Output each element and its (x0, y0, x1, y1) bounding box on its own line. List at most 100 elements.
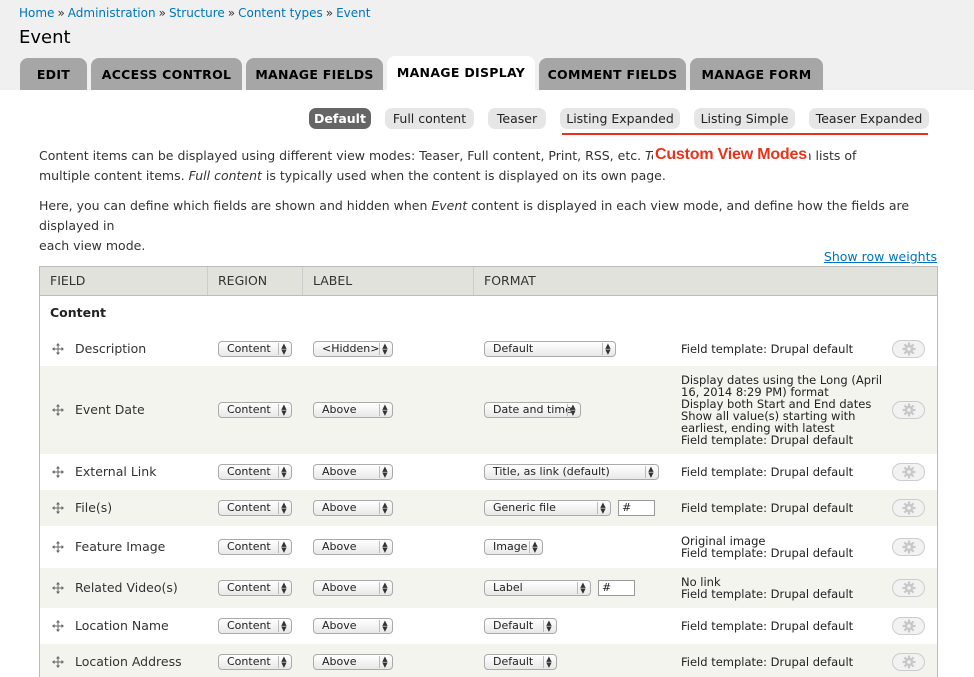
format-select[interactable]: Default ▲ ▼ (484, 654, 557, 670)
select-arrows-icon: ▲ ▼ (278, 404, 289, 417)
label-select[interactable]: <Hidden> ▲ ▼ (313, 341, 393, 357)
field-settings-button[interactable] (892, 579, 925, 597)
breadcrumb: Home» Administration» Structure» Content ty… (19, 6, 370, 20)
page-header: Home» Administration» Structure» Content ty… (0, 0, 974, 90)
format-summary-line: Field template: Drupal default (681, 587, 854, 601)
format-select-value: Default (493, 619, 534, 632)
select-arrows-icon: ▲ ▼ (379, 404, 390, 417)
table-row: Location Address Content ▲ ▼ Above ▲ ▼ Default ▲… (40, 644, 937, 677)
breadcrumb-content-types-link[interactable]: Content types (238, 6, 323, 20)
format-extra-input[interactable]: # (618, 500, 655, 516)
drag-handle-icon[interactable] (52, 541, 64, 553)
format-summary: Field template: Drupal default (681, 656, 886, 668)
view-mode-teaser-expanded[interactable]: Teaser Expanded (809, 108, 929, 129)
view-mode-listing-simple[interactable]: Listing Simple (694, 108, 795, 129)
select-arrows-icon: ▲ ▼ (543, 656, 554, 669)
format-summary-line: Field template: Drupal default (681, 655, 854, 669)
region-select[interactable]: Content ▲ ▼ (218, 464, 292, 480)
label-select-value: <Hidden> (322, 342, 380, 355)
field-settings-button[interactable] (892, 499, 925, 517)
breadcrumb-event-link[interactable]: Event (336, 6, 370, 20)
gear-icon (902, 501, 916, 515)
breadcrumb-home-link[interactable]: Home (19, 6, 54, 20)
drag-handle-icon[interactable] (52, 620, 64, 632)
tab-manage-display[interactable]: MANAGE DISPLAY (387, 56, 535, 90)
format-select[interactable]: Default ▲ ▼ (484, 341, 616, 357)
column-header-field: FIELD (40, 267, 208, 295)
field-settings-button[interactable] (892, 463, 925, 481)
format-summary-line: Field template: Drupal default (681, 546, 854, 560)
region-select[interactable]: Content ▲ ▼ (218, 402, 292, 418)
table-row: Location Name Content ▲ ▼ Above ▲ ▼ Default ▲ ▼ Fi… (40, 608, 937, 644)
view-mode-teaser[interactable]: Teaser (488, 108, 546, 129)
label-select[interactable]: Above ▲ ▼ (313, 618, 393, 634)
field-settings-button[interactable] (892, 340, 925, 358)
view-mode-default[interactable]: Default (309, 108, 371, 129)
tab-comment-fields[interactable]: COMMENT FIELDS (539, 58, 686, 90)
field-name: Description (75, 341, 147, 356)
drag-handle-icon[interactable] (52, 656, 64, 668)
region-select[interactable]: Content ▲ ▼ (218, 580, 292, 596)
label-select[interactable]: Above ▲ ▼ (313, 464, 393, 480)
tab-manage-fields[interactable]: MANAGE FIELDS (246, 58, 383, 90)
intro-text: Here, you can define which fields are sh… (39, 198, 432, 213)
drag-handle-icon[interactable] (52, 502, 64, 514)
view-mode-full-content[interactable]: Full content (385, 108, 474, 129)
drag-handle-icon[interactable] (52, 343, 64, 355)
drag-handle-icon[interactable] (52, 466, 64, 478)
format-summary-line: Field template: Drupal default (681, 342, 854, 356)
tab-edit[interactable]: EDIT (20, 58, 87, 90)
select-arrows-icon: ▲ ▼ (577, 582, 588, 595)
tab-manage-form[interactable]: MANAGE FORM (690, 58, 823, 90)
select-arrows-icon: ▲ ▼ (602, 343, 613, 356)
drag-handle-icon[interactable] (52, 582, 64, 594)
page-title: Event (19, 27, 71, 48)
field-settings-button[interactable] (892, 538, 925, 556)
field-settings-button[interactable] (892, 653, 925, 671)
format-select[interactable]: Date and time ▲ ▼ (484, 402, 581, 418)
format-summary: Display dates using the Long (April 16, 2… (681, 374, 886, 446)
select-arrows-icon: ▲ ▼ (379, 656, 390, 669)
format-select-value: Default (493, 342, 534, 355)
format-summary-line: Field template: Drupal default (681, 619, 854, 633)
label-select-value: Above (322, 403, 357, 416)
tab-access-control[interactable]: ACCESS CONTROL (91, 58, 242, 90)
format-extra-input[interactable]: # (598, 580, 635, 596)
format-select-value: Generic file (493, 501, 556, 514)
gear-icon (902, 619, 916, 633)
region-select[interactable]: Content ▲ ▼ (218, 654, 292, 670)
breadcrumb-administration-link[interactable]: Administration (68, 6, 156, 20)
label-select[interactable]: Above ▲ ▼ (313, 402, 393, 418)
field-settings-button[interactable] (892, 401, 925, 419)
breadcrumb-structure-link[interactable]: Structure (169, 6, 225, 20)
table-row: Feature Image Content ▲ ▼ Above ▲ ▼ Image ▲ ▼ Orig… (40, 526, 937, 568)
drag-handle-icon[interactable] (52, 404, 64, 416)
region-select[interactable]: Content ▲ ▼ (218, 341, 292, 357)
format-select[interactable]: Image ▲ ▼ (484, 539, 543, 555)
intro-paragraph-2: Here, you can define which fields are sh… (39, 196, 939, 256)
format-summary: Original image Field template: Drupal def… (681, 535, 886, 559)
label-select[interactable]: Above ▲ ▼ (313, 500, 393, 516)
region-select[interactable]: Content ▲ ▼ (218, 539, 292, 555)
label-select[interactable]: Above ▲ ▼ (313, 580, 393, 596)
region-select[interactable]: Content ▲ ▼ (218, 500, 292, 516)
select-arrows-icon: ▲ ▼ (278, 656, 289, 669)
field-settings-button[interactable] (892, 617, 925, 635)
region-select[interactable]: Content ▲ ▼ (218, 618, 292, 634)
label-select[interactable]: Above ▲ ▼ (313, 654, 393, 670)
format-select[interactable]: Label ▲ ▼ (484, 580, 591, 596)
field-name: Location Name (75, 618, 169, 633)
format-select-value: Image (493, 540, 528, 553)
format-summary: Field template: Drupal default (681, 620, 886, 632)
format-select[interactable]: Title, as link (default) ▲ ▼ (484, 464, 659, 480)
select-arrows-icon: ▲ ▼ (278, 343, 289, 356)
select-arrows-icon: ▲ ▼ (379, 466, 390, 479)
table-row: Event Date Content ▲ ▼ Above ▲ ▼ Date and time ▲… (40, 366, 937, 454)
view-mode-listing-expanded[interactable]: Listing Expanded (560, 108, 680, 129)
format-select[interactable]: Default ▲ ▼ (484, 618, 557, 634)
region-select-value: Content (227, 581, 271, 594)
label-select[interactable]: Above ▲ ▼ (313, 539, 393, 555)
format-select[interactable]: Generic file ▲ ▼ (484, 500, 611, 516)
region-select-value: Content (227, 540, 271, 553)
show-row-weights-link[interactable]: Show row weights (824, 249, 937, 264)
